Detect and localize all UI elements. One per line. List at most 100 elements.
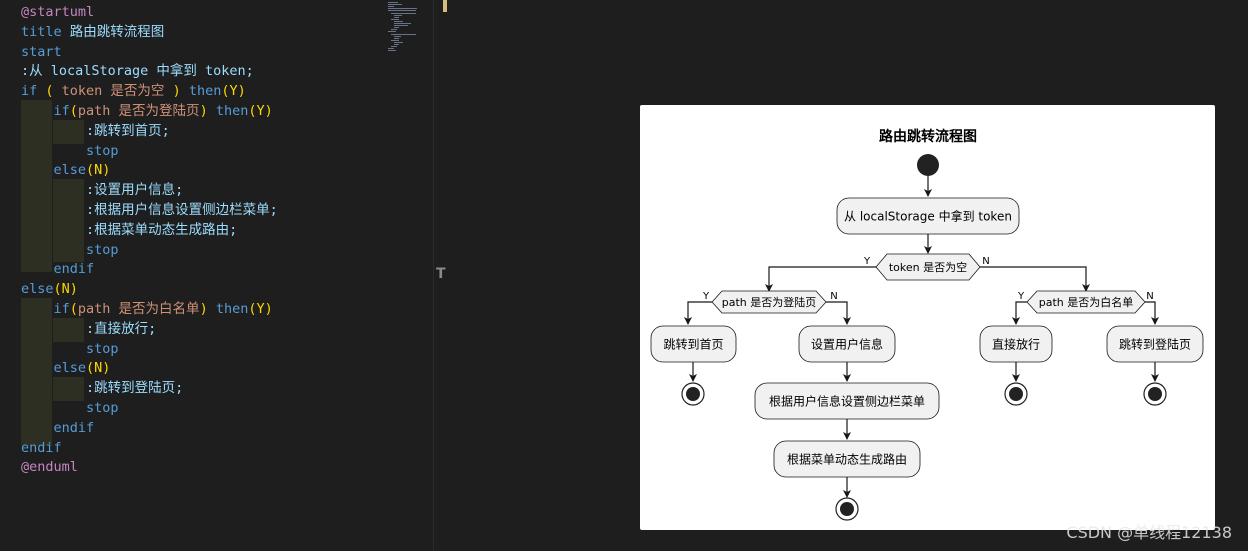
edge-login-no	[826, 301, 851, 325]
code-line[interactable]: :直接放行;	[21, 319, 156, 339]
minimap-line	[394, 14, 403, 16]
code-line[interactable]: :跳转到首页;	[21, 121, 170, 141]
code-token: else	[21, 281, 54, 298]
code-token: (Y)	[248, 301, 273, 317]
code-token: )	[199, 103, 216, 119]
minimap-line	[388, 8, 417, 10]
code-line[interactable]: if(path 是否为登陆页) then(Y)	[21, 101, 273, 121]
split-divider[interactable]	[433, 0, 434, 551]
start-node	[917, 154, 939, 176]
stop-node	[1143, 382, 1167, 406]
code-token: stop	[86, 241, 119, 258]
code-line[interactable]: :设置用户信息;	[21, 180, 183, 200]
code-line[interactable]: stop	[21, 240, 119, 260]
code-editor[interactable]: @startuml title 路由跳转流程图 start:从 localStora…	[0, 0, 433, 551]
diagram-preview: 路由跳转流程图 从 localStorage 中拿到 token token 是…	[640, 105, 1215, 530]
code-token: @enduml	[21, 459, 78, 476]
action-get-token-label: 从 localStorage 中拿到 token	[844, 209, 1012, 224]
code-line[interactable]: stop	[21, 398, 119, 418]
code-token: :根据菜单动态生成路由;	[86, 221, 238, 238]
code-token: (N)	[53, 281, 78, 298]
code-line[interactable]: if(path 是否为白名单) then(Y)	[21, 299, 273, 319]
stop-node	[1004, 382, 1028, 406]
minimap-line	[391, 18, 399, 20]
code-line[interactable]: endif	[21, 438, 62, 458]
code-token: :跳转到登陆页;	[86, 380, 184, 397]
code-token: (N)	[86, 162, 111, 179]
minimap-line	[388, 50, 396, 52]
branch-label-yes: Y	[1017, 291, 1025, 302]
decision-login-label: path 是否为登陆页	[722, 295, 817, 309]
code-token: endif	[53, 419, 95, 436]
overview-ruler-marker	[443, 0, 447, 12]
action-to-home-label: 跳转到首页	[663, 337, 723, 352]
branch-label-no: N	[1146, 291, 1153, 302]
action-pass-label: 直接放行	[992, 337, 1040, 352]
code-token: )	[199, 301, 216, 317]
code-token: :直接放行;	[86, 320, 157, 337]
minimap[interactable]	[388, 2, 428, 54]
code-token: :设置用户信息;	[86, 182, 184, 199]
branch-label-no: N	[982, 256, 989, 267]
edge-token-no	[980, 266, 1090, 292]
code-line[interactable]: :跳转到登陆页;	[21, 378, 183, 398]
code-line[interactable]: else(N)	[21, 279, 78, 299]
code-token: path 是否为白名单	[77, 301, 200, 317]
code-token: (Y)	[248, 103, 273, 119]
code-line[interactable]: endif	[21, 418, 95, 438]
code-line[interactable]: title 路由跳转流程图	[21, 22, 164, 42]
minimap-line	[394, 16, 399, 18]
sash-handle-icon[interactable]: T	[436, 266, 446, 282]
diagram-title: 路由跳转流程图	[879, 128, 977, 145]
stop-node	[681, 382, 705, 406]
code-line[interactable]: else(N)	[21, 358, 111, 378]
code-token: start	[21, 43, 62, 60]
code-line[interactable]: :根据用户信息设置侧边栏菜单;	[21, 200, 278, 220]
decision-whitelist-label: path 是否为白名单	[1039, 295, 1134, 309]
code-token: @startuml	[21, 4, 95, 20]
code-token: stop	[86, 340, 119, 357]
minimap-line	[388, 10, 416, 12]
code-line[interactable]: :根据菜单动态生成路由;	[21, 220, 237, 240]
minimap-line	[394, 35, 401, 37]
code-line[interactable]: :从 localStorage 中拿到 token;	[21, 61, 254, 81]
code-token: (Y)	[221, 83, 246, 100]
action-set-sidebar-label: 根据用户信息设置侧边栏菜单	[769, 394, 925, 409]
code-line[interactable]: stop	[21, 339, 119, 359]
minimap-line	[391, 33, 417, 35]
code-line[interactable]: stop	[21, 141, 119, 161]
code-line[interactable]: @startuml	[21, 2, 94, 22]
code-line[interactable]: else(N)	[21, 160, 111, 180]
code-token: if	[21, 83, 46, 100]
code-line[interactable]: @enduml	[21, 457, 78, 477]
branch-label-yes: Y	[702, 291, 710, 302]
minimap-line	[391, 46, 397, 48]
action-gen-routes-label: 根据菜单动态生成路由	[787, 452, 907, 467]
code-line[interactable]: endif	[21, 259, 95, 279]
code-line[interactable]: start	[21, 42, 62, 62]
code-token: (	[69, 103, 78, 119]
code-line[interactable]: if ( token 是否为空 ) then(Y)	[21, 81, 246, 101]
decision-token-label: token 是否为空	[889, 260, 967, 274]
edge-whitelist-yes	[1012, 301, 1027, 325]
action-set-user-label: 设置用户信息	[811, 337, 883, 352]
minimap-line	[388, 2, 398, 3]
minimap-line	[394, 41, 404, 43]
edge-login-yes	[684, 301, 712, 325]
code-token: title	[21, 23, 70, 40]
branch-label-no: N	[830, 291, 837, 302]
minimap-line	[391, 39, 399, 41]
